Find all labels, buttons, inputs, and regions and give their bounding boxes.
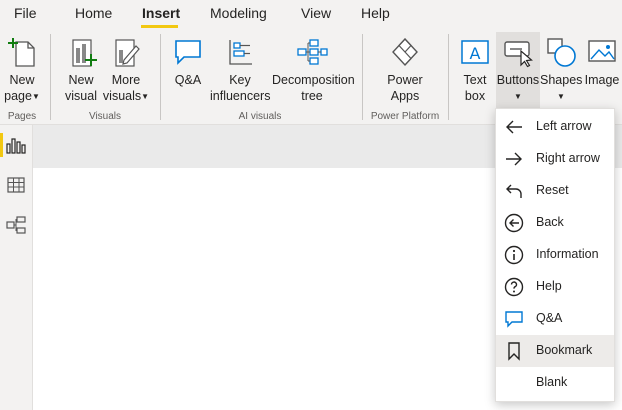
menu-item-label: Back xyxy=(536,215,564,229)
new-page-icon xyxy=(8,38,35,67)
menu-item-left-arrow[interactable]: Left arrow xyxy=(496,111,614,143)
tab-help[interactable]: Help xyxy=(361,5,390,21)
bookmark-icon xyxy=(508,342,520,361)
more-visuals-label-2: visuals xyxy=(102,89,142,103)
image-button[interactable]: Image xyxy=(582,32,622,106)
shapes-icon xyxy=(547,38,576,67)
decomposition-tree-label-2: tree xyxy=(301,89,323,103)
ribbon-separator xyxy=(160,34,161,120)
qa-icon xyxy=(175,40,201,65)
power-apps-icon xyxy=(392,37,418,67)
key-influencers-label-1: Key xyxy=(229,73,251,87)
shapes-label: Shapes xyxy=(540,73,583,87)
ribbon-separator xyxy=(50,34,51,120)
tab-insert[interactable]: Insert xyxy=(142,5,180,21)
menu-item-label: Blank xyxy=(536,375,568,389)
menu-item-right-arrow[interactable]: Right arrow xyxy=(496,143,614,175)
menu-item-label: Left arrow xyxy=(536,119,592,133)
text-box-icon: A xyxy=(461,40,489,64)
more-visuals-button[interactable]: More visuals ▼ xyxy=(102,32,150,106)
power-apps-button[interactable]: Power Apps xyxy=(380,32,430,106)
data-view-button[interactable] xyxy=(4,173,28,197)
view-switcher-rail xyxy=(0,125,33,410)
shapes-button[interactable]: Shapes ▼ xyxy=(540,32,582,106)
active-tab-indicator xyxy=(141,25,178,28)
decomposition-tree-button[interactable]: Decomposition tree xyxy=(272,32,355,106)
key-influencers-icon xyxy=(229,40,252,65)
key-influencers-button[interactable]: Key influencers xyxy=(210,32,270,106)
new-page-button[interactable]: New page ▼ xyxy=(2,32,42,106)
power-apps-label-1: Power xyxy=(387,73,423,87)
svg-text:A: A xyxy=(470,44,481,63)
tab-file[interactable]: File xyxy=(14,5,37,21)
menu-item-label: Right arrow xyxy=(536,151,600,165)
pages-group-label: Pages xyxy=(7,111,37,122)
decomposition-tree-icon xyxy=(297,39,328,65)
menu-item-bookmark[interactable]: Bookmark xyxy=(496,335,614,367)
new-visual-button[interactable]: New visual xyxy=(60,32,102,106)
menu-item-label: Q&A xyxy=(536,311,563,325)
decomposition-tree-label-1: Decomposition xyxy=(272,73,355,87)
menu-item-qa[interactable]: Q&A xyxy=(496,303,614,335)
more-visuals-icon xyxy=(115,39,140,67)
model-icon xyxy=(6,216,26,234)
ribbon-separator xyxy=(362,34,363,120)
new-visual-label-2: visual xyxy=(65,89,97,103)
chevron-down-icon: ▼ xyxy=(514,92,522,101)
power-platform-group-label: Power Platform xyxy=(370,111,440,122)
chevron-down-icon: ▼ xyxy=(31,92,40,101)
help-icon xyxy=(504,277,524,297)
menu-bar: File Home Insert Modeling View Help xyxy=(0,0,622,30)
buttons-dropdown-menu: Left arrow Right arrow Reset Back Inform… xyxy=(495,108,615,402)
tab-modeling[interactable]: Modeling xyxy=(210,5,267,21)
text-box-label-1: Text xyxy=(463,73,487,87)
back-icon xyxy=(504,213,524,233)
model-view-button[interactable] xyxy=(4,213,28,237)
more-visuals-label-1: More xyxy=(111,73,141,87)
buttons-icon xyxy=(504,41,533,68)
chevron-down-icon: ▼ xyxy=(141,92,150,101)
image-label: Image xyxy=(584,73,620,87)
right-arrow-icon xyxy=(506,152,522,166)
buttons-label: Buttons xyxy=(496,73,540,87)
info-icon xyxy=(504,245,524,265)
text-box-button[interactable]: A Text box xyxy=(456,32,494,106)
qa-icon xyxy=(505,311,523,328)
new-page-label-2: page xyxy=(4,89,32,103)
new-visual-label-1: New xyxy=(68,73,94,87)
menu-item-help[interactable]: Help xyxy=(496,271,614,303)
report-view-button[interactable] xyxy=(0,133,28,157)
key-influencers-label-2: influencers xyxy=(210,89,271,103)
left-arrow-icon xyxy=(506,120,522,134)
tab-home[interactable]: Home xyxy=(75,5,112,21)
menu-item-information[interactable]: Information xyxy=(496,239,614,271)
buttons-button[interactable]: Buttons ▼ xyxy=(496,32,540,108)
menu-item-label: Information xyxy=(536,247,599,261)
visuals-group-label: Visuals xyxy=(88,111,122,122)
new-visual-icon xyxy=(72,39,97,67)
tab-view[interactable]: View xyxy=(301,5,331,21)
menu-item-label: Bookmark xyxy=(536,343,593,357)
qa-label: Q&A xyxy=(174,73,202,87)
new-page-label-1: New xyxy=(9,73,35,87)
menu-item-blank[interactable]: Blank xyxy=(496,367,614,399)
menu-item-back[interactable]: Back xyxy=(496,207,614,239)
ai-visuals-group-label: AI visuals xyxy=(238,111,282,122)
menu-item-reset[interactable]: Reset xyxy=(496,175,614,207)
ribbon-separator xyxy=(448,34,449,120)
power-apps-label-2: Apps xyxy=(390,89,420,103)
reset-icon xyxy=(506,184,522,198)
menu-item-label: Help xyxy=(536,279,562,293)
menu-item-label: Reset xyxy=(536,183,569,197)
table-icon xyxy=(7,177,25,193)
report-view-icon xyxy=(6,138,26,154)
image-icon xyxy=(588,40,616,62)
qa-visual-button[interactable]: Q&A xyxy=(168,32,208,106)
chevron-down-icon: ▼ xyxy=(557,92,565,101)
text-box-label-2: box xyxy=(464,89,486,103)
